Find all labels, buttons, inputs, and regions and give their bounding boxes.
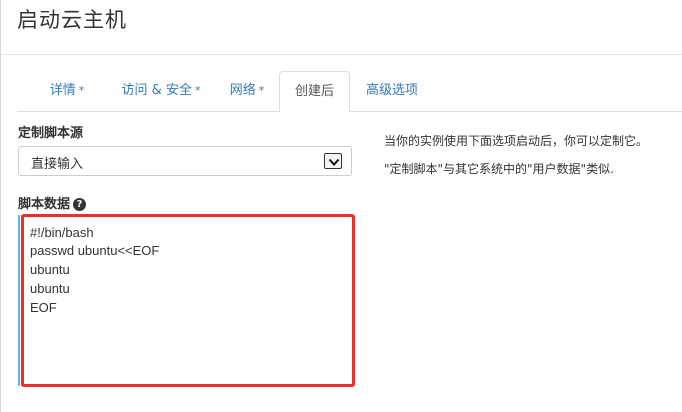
- tab-details[interactable]: 详情 *: [31, 71, 103, 112]
- script-line: ubuntu: [30, 262, 70, 277]
- tab-label: 访问 & 安全: [121, 83, 192, 98]
- script-line: EOF: [30, 300, 57, 315]
- script-data-textarea[interactable]: [18, 215, 354, 386]
- tab-label: 详情: [49, 83, 76, 98]
- required-marker: *: [258, 84, 265, 97]
- tab-post-creation[interactable]: 创建后: [279, 71, 350, 113]
- tab-networking[interactable]: 网络 *: [217, 71, 277, 112]
- customization-source-label: 定制脚本源: [18, 126, 84, 141]
- tab-access-security[interactable]: 访问 & 安全 *: [106, 71, 216, 112]
- script-line: #!/bin/bash: [30, 225, 94, 240]
- script-data-label-text: 脚本数据: [18, 197, 71, 212]
- tab-advanced-options[interactable]: 高级选项: [357, 71, 427, 112]
- launch-instance-modal: 启动云主机 详情 * 访问 & 安全 * 网络 * 创建后 高级选项 定制脚本源 直接…: [0, 0, 682, 412]
- modal-title: 启动云主机: [17, 8, 127, 32]
- tab-label: 网络: [229, 83, 256, 98]
- tab-label: 高级选项: [365, 83, 418, 98]
- script-line: passwd ubuntu<<EOF: [30, 243, 160, 258]
- select-value: 直接输入: [31, 157, 84, 172]
- script-line: ubuntu: [30, 281, 70, 296]
- customization-source-select[interactable]: 直接输入: [18, 146, 352, 176]
- required-marker: *: [78, 84, 85, 97]
- help-text-line-1: 当你的实例使用下面选项启动后，你可以定制它。: [384, 134, 649, 148]
- tab-label: 创建后: [294, 84, 334, 99]
- wizard-tabs: 详情 * 访问 & 安全 * 网络 * 创建后 高级选项: [17, 71, 682, 113]
- help-text-line-2: "定制脚本"与其它系统中的"用户数据"类似.: [384, 162, 614, 176]
- help-icon[interactable]: ?: [73, 198, 87, 211]
- script-data-label: 脚本数据?: [18, 193, 87, 212]
- required-marker: *: [194, 84, 201, 97]
- chevron-down-icon[interactable]: [324, 153, 342, 169]
- modal-header: 启动云主机: [1, 0, 682, 55]
